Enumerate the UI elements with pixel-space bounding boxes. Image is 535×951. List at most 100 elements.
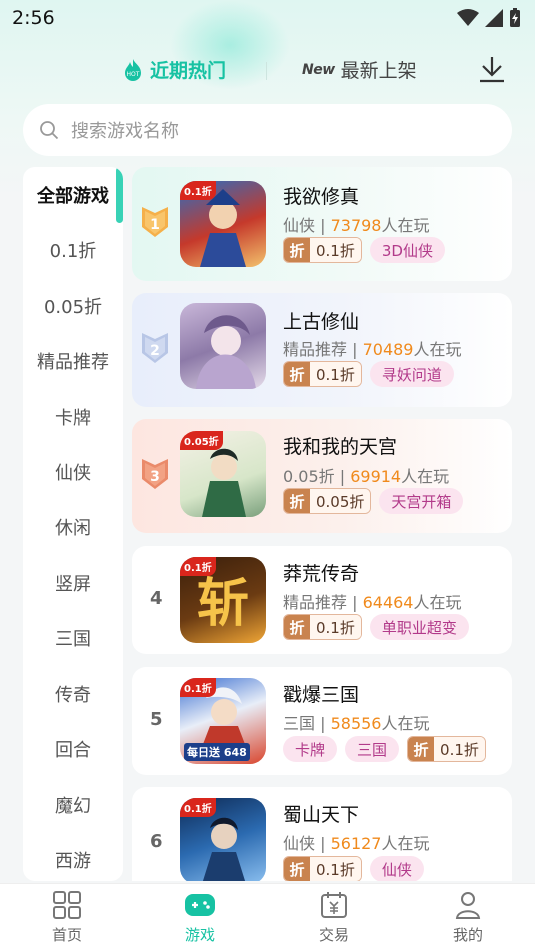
sidebar-item-casual[interactable]: 休闲 bbox=[23, 507, 123, 547]
players-suffix: 人在玩 bbox=[381, 216, 430, 235]
game-icon bbox=[180, 303, 266, 389]
discount-value: 0.05折 bbox=[310, 489, 371, 513]
discount-badge: 折 0.1折 bbox=[283, 361, 362, 387]
download-icon[interactable] bbox=[477, 54, 507, 88]
discount-badge: 折 0.05折 bbox=[283, 488, 372, 514]
calendar-yen-icon bbox=[321, 892, 347, 918]
game-card[interactable]: 2 上古修仙 精品推荐 | 70489人在玩 折 0.1折 寻妖问道 bbox=[132, 293, 512, 407]
sidebar-item-xianxia[interactable]: 仙侠 bbox=[23, 452, 123, 492]
game-icon: 斩 0.1折 bbox=[180, 557, 266, 643]
game-name: 上古修仙 bbox=[283, 311, 360, 333]
tab-new-label: 最新上架 bbox=[340, 60, 417, 82]
discount-icon: 折 bbox=[284, 238, 310, 262]
game-category: 仙侠 bbox=[283, 834, 316, 853]
game-list: 1 0.1折 我欲修真 仙侠 | 73798人在玩 折 0.1折 3D仙侠 2 上… bbox=[132, 167, 512, 881]
game-tag: 3D仙侠 bbox=[369, 237, 445, 263]
game-category: 精品推荐 bbox=[283, 593, 348, 612]
sidebar-item-portrait[interactable]: 竖屏 bbox=[23, 563, 123, 603]
discount-value: 0.1折 bbox=[310, 362, 361, 386]
tab-hot[interactable]: HOT 近期热门 bbox=[122, 56, 226, 83]
icon-discount-tag: 0.05折 bbox=[180, 431, 223, 450]
icon-discount-tag: 0.1折 bbox=[180, 798, 216, 817]
discount-icon: 折 bbox=[408, 737, 435, 761]
game-name: 我欲修真 bbox=[283, 186, 360, 208]
game-tag: 三国 bbox=[345, 736, 400, 762]
discount-value: 0.1折 bbox=[310, 615, 361, 639]
nav-games[interactable]: 游戏 bbox=[160, 890, 240, 945]
rank-number: 3 bbox=[150, 469, 160, 485]
category-sidebar: 全部游戏 0.1折 0.05折 精品推荐 卡牌 仙侠 休闲 竖屏 三国 传奇 回… bbox=[23, 167, 123, 881]
game-card[interactable]: 3 0.05折 我和我的天宫 0.05折 | 69914人在玩 折 0.05折 天… bbox=[132, 419, 512, 533]
game-tags: 卡牌 三国 折 0.1折 bbox=[283, 736, 486, 762]
game-tag: 仙侠 bbox=[369, 856, 424, 881]
discount-badge: 折 0.1折 bbox=[283, 856, 362, 881]
players-count: 56127 bbox=[330, 834, 382, 853]
game-tags: 折 0.1折 3D仙侠 bbox=[283, 237, 445, 263]
game-tags: 折 0.05折 天宫开箱 bbox=[283, 488, 464, 514]
wifi-icon bbox=[457, 9, 479, 26]
game-icon: 0.1折 每日送 648 bbox=[180, 678, 266, 764]
flame-icon: HOT bbox=[125, 58, 141, 81]
sidebar-item-fantasy[interactable]: 魔幻 bbox=[23, 785, 123, 825]
icon-discount-tag: 0.1折 bbox=[180, 181, 216, 200]
battery-icon bbox=[510, 8, 520, 27]
discount-badge: 折 0.1折 bbox=[283, 237, 362, 263]
sidebar-item-all[interactable]: 全部游戏 bbox=[23, 175, 123, 215]
players-suffix: 人在玩 bbox=[381, 714, 430, 733]
players-suffix: 人在玩 bbox=[401, 467, 450, 486]
discount-icon: 折 bbox=[284, 615, 310, 639]
discount-icon: 折 bbox=[284, 489, 310, 513]
new-badge: New bbox=[302, 61, 335, 78]
players-count: 58556 bbox=[330, 714, 382, 733]
sidebar-item-legend[interactable]: 传奇 bbox=[23, 674, 123, 714]
players-count: 70489 bbox=[362, 340, 414, 359]
game-category: 精品推荐 bbox=[283, 340, 348, 359]
user-icon bbox=[455, 892, 481, 919]
tab-new[interactable]: New 最新上架 bbox=[302, 56, 417, 83]
nav-home-label: 首页 bbox=[51, 926, 82, 944]
players-suffix: 人在玩 bbox=[413, 593, 462, 612]
discount-value: 0.1折 bbox=[434, 737, 485, 761]
game-meta: 仙侠 | 73798人在玩 bbox=[283, 216, 430, 235]
game-category: 仙侠 bbox=[283, 216, 316, 235]
rank-number: 4 bbox=[150, 588, 163, 609]
game-icon: 0.1折 bbox=[180, 181, 266, 267]
status-time: 2:56 bbox=[12, 7, 55, 29]
sidebar-item-three-kingdoms[interactable]: 三国 bbox=[23, 618, 123, 658]
sidebar-item-0-05[interactable]: 0.05折 bbox=[23, 286, 123, 326]
sidebar-item-turn-based[interactable]: 回合 bbox=[23, 729, 123, 769]
game-meta: 精品推荐 | 64464人在玩 bbox=[283, 593, 462, 612]
game-tag: 单职业超变 bbox=[369, 614, 469, 640]
players-count: 73798 bbox=[330, 216, 382, 235]
sidebar-item-journey-west[interactable]: 西游 bbox=[23, 840, 123, 880]
game-name: 我和我的天宫 bbox=[283, 436, 398, 458]
nav-home[interactable]: 首页 bbox=[27, 890, 107, 945]
nav-profile[interactable]: 我的 bbox=[428, 890, 508, 945]
nav-trade[interactable]: 交易 bbox=[294, 890, 374, 945]
game-card[interactable]: 4 斩 0.1折 莽荒传奇 精品推荐 | 64464人在玩 折 0.1折 单职业超… bbox=[132, 546, 512, 654]
game-tags: 折 0.1折 仙侠 bbox=[283, 856, 424, 881]
sidebar-item-featured[interactable]: 精品推荐 bbox=[23, 341, 123, 381]
game-tags: 折 0.1折 寻妖问道 bbox=[283, 361, 454, 387]
signal-icon bbox=[485, 9, 503, 27]
status-icons bbox=[457, 8, 521, 28]
icon-caption: 每日送 648 bbox=[184, 743, 250, 761]
discount-value: 0.1折 bbox=[310, 238, 361, 262]
tab-divider bbox=[266, 62, 267, 80]
game-meta: 三国 | 58556人在玩 bbox=[283, 714, 430, 733]
sidebar-item-0-1[interactable]: 0.1折 bbox=[23, 230, 123, 270]
players-count: 64464 bbox=[362, 593, 414, 612]
search-icon bbox=[40, 121, 59, 140]
game-icon: 0.1折 bbox=[180, 798, 266, 881]
game-card[interactable]: 6 0.1折 蜀山天下 仙侠 | 56127人在玩 折 0.1折 仙侠 bbox=[132, 787, 512, 881]
nav-trade-label: 交易 bbox=[318, 926, 349, 944]
game-icon: 0.05折 bbox=[180, 431, 266, 517]
discount-badge: 折 0.1折 bbox=[407, 736, 486, 762]
game-card[interactable]: 5 0.1折 每日送 648 戳爆三国 三国 | 58556人在玩 卡牌 三国 … bbox=[132, 667, 512, 775]
sidebar-item-card[interactable]: 卡牌 bbox=[23, 397, 123, 437]
game-category: 三国 bbox=[283, 714, 316, 733]
search-bar[interactable]: 搜索游戏名称 bbox=[23, 104, 512, 156]
players-suffix: 人在玩 bbox=[413, 340, 462, 359]
game-tag: 卡牌 bbox=[283, 736, 338, 762]
game-card[interactable]: 1 0.1折 我欲修真 仙侠 | 73798人在玩 折 0.1折 3D仙侠 bbox=[132, 167, 512, 281]
